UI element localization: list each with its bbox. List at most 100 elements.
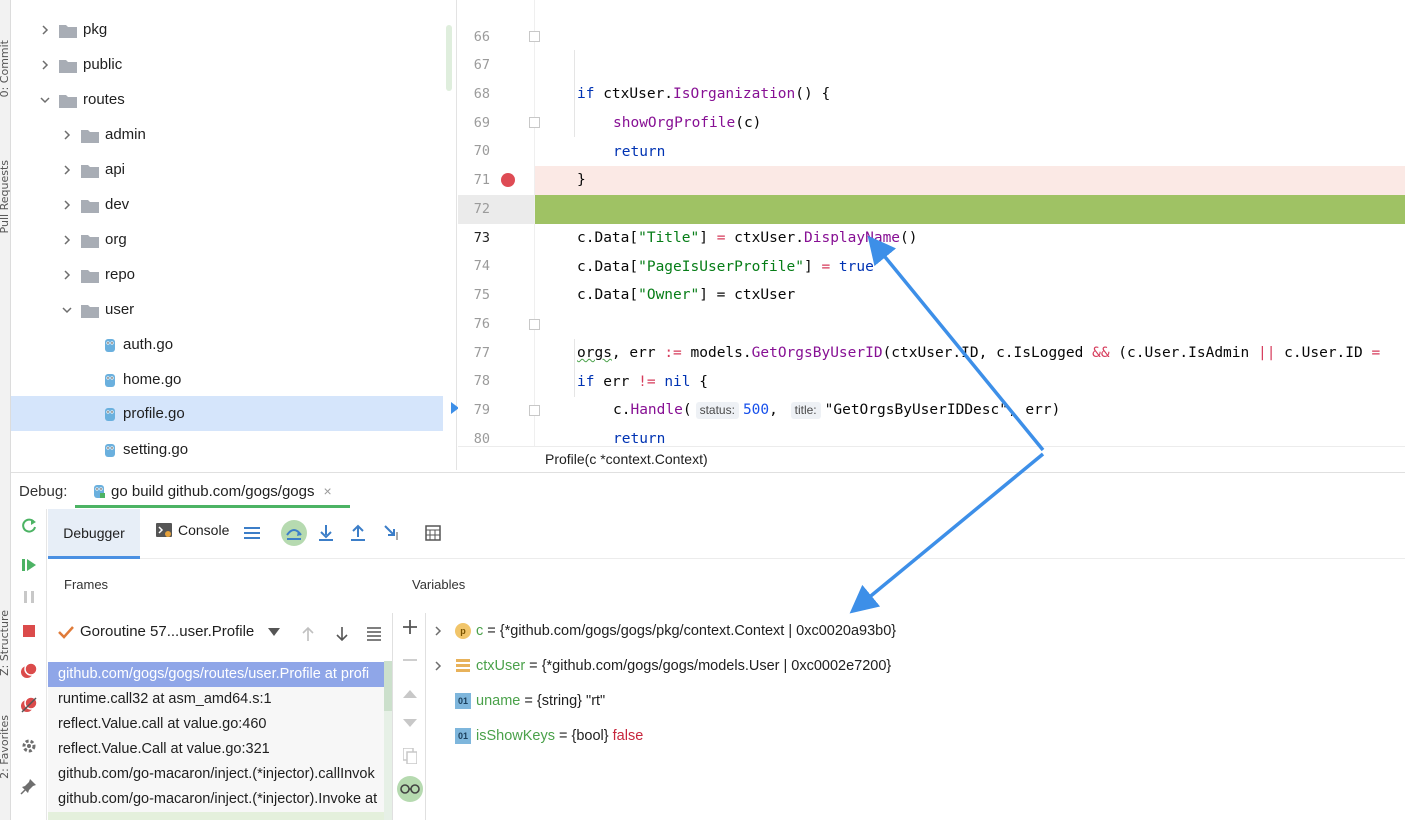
add-watch-icon[interactable] (400, 617, 420, 637)
tree-item-label: admin (105, 126, 146, 143)
variable-name: c (476, 622, 484, 639)
breadcrumb-bar: Profile(c *context.Context) (458, 446, 1405, 472)
tree-item-auth-go[interactable]: auth.go (11, 327, 443, 362)
frame-row[interactable]: github.com/gogs/gogs/routes/user.Profile… (48, 662, 392, 687)
checkmark-icon (58, 625, 74, 639)
folder-icon (59, 23, 77, 38)
frame-row[interactable]: reflect.Value.call at value.go:460 (48, 712, 392, 737)
variable-equals: = (483, 622, 500, 639)
debug-actions-column (11, 509, 47, 820)
tree-item-org[interactable]: org (11, 222, 443, 257)
code-line-66: 66 (458, 0, 1405, 45)
tree-item-routes[interactable]: routes (11, 82, 443, 117)
debug-tool-window-header: Debug: go build github.com/gogs/gogs × (11, 472, 1405, 509)
chevron-down-icon[interactable] (61, 304, 73, 316)
move-down-icon[interactable] (400, 714, 420, 734)
chevron-right-icon[interactable] (61, 129, 73, 141)
variable-row-c[interactable]: p c = {*github.com/gogs/gogs/pkg/context… (427, 613, 896, 648)
tree-item-user[interactable]: user (11, 292, 443, 327)
variable-type: {bool} (571, 727, 613, 744)
tree-item-home-go[interactable]: home.go (11, 362, 443, 397)
field-icon (455, 658, 471, 674)
tree-item-pkg[interactable]: pkg (11, 12, 443, 47)
move-up-icon[interactable] (400, 683, 420, 703)
rerun-icon[interactable] (19, 516, 39, 536)
tree-item-label: repo (105, 266, 136, 283)
parameter-icon: p (455, 622, 471, 639)
mute-breakpoints-icon[interactable] (19, 695, 39, 715)
arrow-up-icon[interactable] (301, 626, 315, 645)
commit-tool-label[interactable]: 0: Commit (0, 40, 11, 97)
chevron-right-icon[interactable] (61, 199, 73, 211)
view-breakpoints-icon[interactable] (19, 661, 39, 681)
frame-row[interactable]: github.com/go-macaron/inject.(*injector)… (48, 787, 392, 812)
tree-scrollbar[interactable] (446, 25, 452, 91)
chevron-right-icon[interactable] (61, 234, 73, 246)
chevron-right-icon[interactable] (61, 164, 73, 176)
chevron-down-icon[interactable] (39, 94, 51, 106)
run-config-label: go build github.com/gogs/gogs (111, 482, 315, 500)
chevron-right-icon[interactable] (39, 24, 51, 36)
pause-icon[interactable] (19, 587, 39, 607)
frame-row[interactable]: runtime.call32 at asm_amd64.s:1 (48, 687, 392, 712)
copy-icon[interactable] (400, 746, 420, 766)
breadcrumb[interactable]: Profile(c *context.Context) (545, 451, 708, 467)
run-to-cursor-icon[interactable] (380, 521, 404, 545)
go-file-icon (104, 442, 116, 458)
variable-value: {*github.com/gogs/gogs/pkg/context.Conte… (499, 622, 897, 639)
tree-item-label: api (105, 161, 126, 178)
code-line-77: 77 if err != nil { (458, 310, 1405, 390)
step-into-icon[interactable] (314, 521, 338, 545)
frames-title: Frames (64, 577, 109, 592)
code-line-79: 79 return (458, 367, 1405, 446)
code-line-72: 72 c.Data["Title"] = ctxUser.DisplayName… (458, 166, 1405, 246)
stop-icon[interactable] (19, 621, 39, 641)
favorites-tool-label[interactable]: 2: Favorites (0, 715, 11, 779)
pin-icon[interactable] (19, 776, 39, 796)
chevron-right-icon[interactable] (433, 625, 443, 636)
step-out-icon[interactable] (346, 521, 370, 545)
tab-console[interactable]: Console (156, 522, 229, 538)
tree-item-repo[interactable]: repo (11, 257, 443, 292)
evaluate-expression-icon[interactable] (421, 521, 445, 545)
debug-label: Debug: (19, 483, 68, 500)
pull-requests-tool-label[interactable]: Pull Requests (0, 160, 11, 233)
tree-item-dev[interactable]: dev (11, 187, 443, 222)
structure-tool-label[interactable]: Z: Structure (0, 610, 11, 676)
variable-row-uname[interactable]: 01 uname = {string} "rt" (427, 683, 605, 718)
frame-row[interactable]: github.com/go-macaron/inject.(*injector)… (48, 762, 392, 787)
folder-icon (59, 58, 77, 73)
show-execution-point-icon[interactable] (241, 521, 265, 545)
variable-equals: = (525, 657, 542, 674)
console-icon (156, 523, 172, 537)
close-icon[interactable]: × (323, 483, 331, 499)
watches-glasses-icon[interactable] (397, 776, 423, 802)
tree-item-public[interactable]: public (11, 47, 443, 82)
chevron-right-icon[interactable] (61, 269, 73, 281)
tree-item-setting-go[interactable]: setting.go (11, 432, 443, 467)
remove-watch-icon[interactable] (400, 650, 420, 670)
tree-item-api[interactable]: api (11, 152, 443, 187)
frames-menu-icon[interactable] (367, 627, 381, 644)
folder-icon (81, 233, 99, 248)
frames-scrollbar-thumb[interactable] (384, 661, 392, 711)
variables-panel: p c = {*github.com/gogs/gogs/pkg/context… (427, 613, 1405, 820)
chevron-right-icon[interactable] (433, 660, 443, 671)
settings-gear-icon[interactable] (19, 736, 39, 756)
tab-debugger[interactable]: Debugger (48, 509, 140, 559)
frame-row[interactable] (48, 812, 392, 820)
code-editor[interactable]: 66 67 if ctxUser.IsOrganization() { 68 s… (458, 0, 1405, 446)
tree-item-label: routes (83, 91, 125, 108)
frame-row[interactable]: reflect.Value.Call at value.go:321 (48, 737, 392, 762)
goroutine-selector[interactable]: Goroutine 57...user.Profile (58, 623, 281, 640)
variable-row-ctxuser[interactable]: ctxUser = {*github.com/gogs/gogs/models.… (427, 648, 891, 683)
run-config-tab[interactable]: go build github.com/gogs/gogs × (75, 477, 350, 508)
tree-item-admin[interactable]: admin (11, 117, 443, 152)
tree-item-profile-go[interactable]: profile.go (11, 396, 443, 431)
variable-row-isshowkeys[interactable]: 01 isShowKeys = {bool} false (427, 718, 643, 753)
chevron-right-icon[interactable] (39, 59, 51, 71)
code-line-76: 76 orgs, err := models.GetOrgsByUserID(c… (458, 281, 1405, 361)
resume-icon[interactable] (19, 555, 39, 575)
step-over-icon[interactable] (281, 520, 307, 546)
arrow-down-icon[interactable] (335, 626, 349, 645)
